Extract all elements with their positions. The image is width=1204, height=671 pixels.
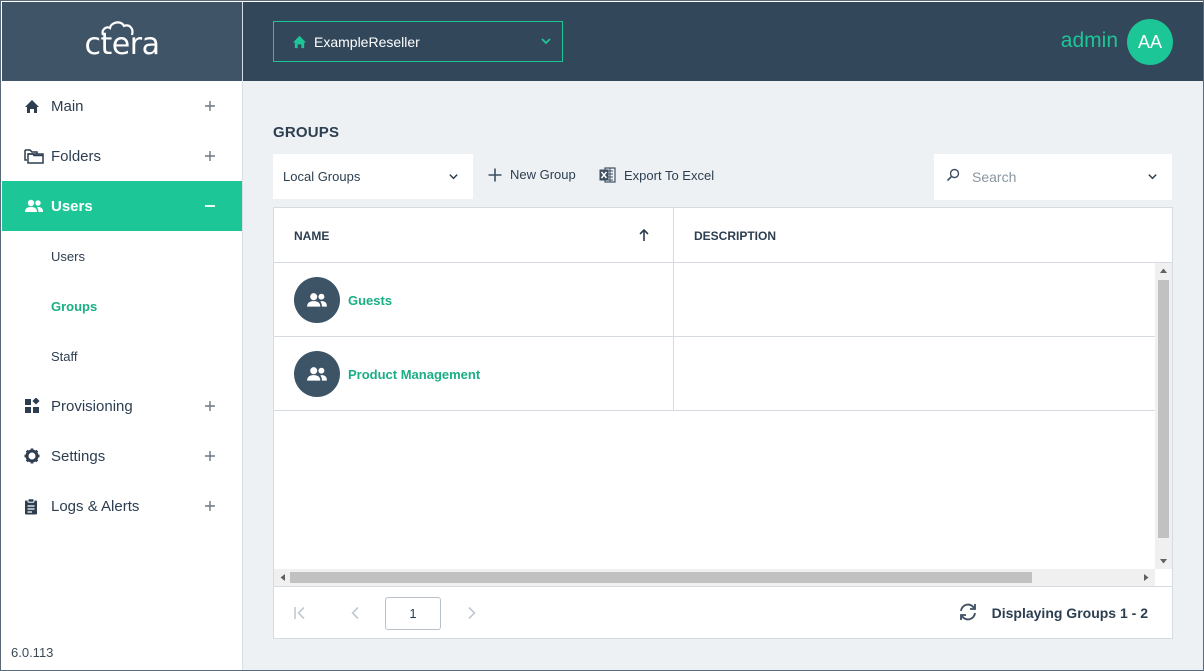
- ctera-logo: ctera: [84, 27, 160, 62]
- column-divider: [673, 263, 674, 337]
- new-group-label: New Group: [510, 167, 576, 182]
- app-window: ctera Main Folders Users Users Groups St…: [0, 0, 1204, 671]
- next-page-icon[interactable]: [467, 606, 477, 620]
- toolbar: Local Groups New Group Export To Excel: [273, 154, 1172, 200]
- search-input[interactable]: [972, 169, 1132, 185]
- home-icon: [24, 97, 46, 115]
- sidebar-nav: Main Folders Users Users Groups Staff Pr…: [2, 81, 242, 531]
- sidebar: ctera Main Folders Users Users Groups St…: [2, 2, 243, 670]
- minus-icon: [205, 205, 215, 207]
- horizontal-scroll-thumb[interactable]: [290, 572, 1032, 583]
- plus-icon: [205, 151, 215, 161]
- group-name-link[interactable]: Guests: [348, 293, 392, 308]
- plus-icon: [205, 401, 215, 411]
- sidebar-item-logs-alerts[interactable]: Logs & Alerts: [2, 481, 242, 531]
- column-header-label: NAME: [294, 228, 330, 243]
- pagination-bar: Displaying Groups 1 - 2: [274, 586, 1172, 638]
- sort-ascending-icon[interactable]: [638, 228, 650, 242]
- vertical-scrollbar[interactable]: [1155, 263, 1172, 569]
- sidebar-item-folders[interactable]: Folders: [2, 131, 242, 181]
- table-header: NAME DESCRIPTION: [274, 208, 1172, 263]
- column-header-description[interactable]: DESCRIPTION: [674, 208, 1172, 263]
- group-avatar-icon: [294, 277, 340, 323]
- first-page-icon[interactable]: [293, 606, 307, 620]
- refresh-icon[interactable]: [958, 603, 978, 621]
- plus-icon: [205, 451, 215, 461]
- plus-icon: [488, 168, 502, 182]
- previous-page-icon[interactable]: [350, 606, 360, 620]
- horizontal-scrollbar[interactable]: [274, 569, 1155, 586]
- group-type-value: Local Groups: [283, 169, 361, 184]
- gear-icon: [24, 447, 46, 465]
- new-group-button[interactable]: New Group: [488, 167, 576, 182]
- top-header: ExampleReseller admin AA: [243, 2, 1203, 81]
- scroll-left-arrow-icon[interactable]: [279, 573, 286, 582]
- sidebar-item-users[interactable]: Users: [2, 181, 242, 231]
- main-content: GROUPS Local Groups New Group Export To …: [243, 81, 1203, 670]
- name-cell: Product Management: [294, 351, 480, 397]
- chevron-down-icon: [449, 174, 458, 180]
- provisioning-icon: [24, 397, 46, 415]
- search-box[interactable]: [934, 154, 1172, 200]
- scrollbar-corner: [1155, 569, 1172, 586]
- table-row[interactable]: Product Management: [274, 337, 1155, 411]
- export-label: Export To Excel: [624, 167, 715, 183]
- home-icon: [292, 35, 307, 49]
- column-divider: [673, 208, 674, 263]
- sidebar-subitem-users[interactable]: Users: [2, 231, 242, 281]
- sidebar-item-provisioning[interactable]: Provisioning: [2, 381, 242, 431]
- scroll-right-arrow-icon[interactable]: [1143, 573, 1150, 582]
- user-name[interactable]: admin: [1061, 29, 1118, 53]
- column-header-name[interactable]: NAME: [274, 208, 674, 263]
- name-cell: Guests: [294, 277, 392, 323]
- excel-icon: [599, 167, 616, 183]
- chevron-down-icon[interactable]: [1147, 171, 1158, 182]
- group-type-select[interactable]: Local Groups: [273, 154, 473, 199]
- search-icon: [946, 168, 960, 187]
- column-divider: [673, 337, 674, 411]
- sidebar-subitem-groups[interactable]: Groups: [2, 281, 242, 331]
- sidebar-item-main[interactable]: Main: [2, 81, 242, 131]
- vertical-scroll-thumb[interactable]: [1158, 280, 1169, 538]
- group-avatar-icon: [294, 351, 340, 397]
- page-number-input[interactable]: [385, 597, 441, 630]
- tenant-name: ExampleReseller: [314, 33, 420, 50]
- tenant-selector[interactable]: ExampleReseller: [273, 21, 563, 62]
- column-header-label: DESCRIPTION: [694, 228, 777, 243]
- table-row[interactable]: Guests: [274, 263, 1155, 337]
- page-title: GROUPS: [273, 124, 340, 141]
- scroll-down-arrow-icon[interactable]: [1159, 558, 1168, 565]
- avatar[interactable]: AA: [1127, 19, 1173, 65]
- chevron-down-icon: [541, 38, 551, 45]
- logo-area: ctera: [2, 2, 242, 81]
- displaying-count: Displaying Groups 1 - 2: [991, 605, 1148, 621]
- plus-icon: [205, 101, 215, 111]
- scroll-up-arrow-icon[interactable]: [1159, 267, 1168, 274]
- folders-icon: [24, 147, 46, 165]
- group-name-link[interactable]: Product Management: [348, 367, 480, 382]
- users-icon: [24, 197, 46, 215]
- sidebar-item-settings[interactable]: Settings: [2, 431, 242, 481]
- groups-table: NAME DESCRIPTION Guests Product Manageme…: [273, 207, 1173, 639]
- plus-icon: [205, 501, 215, 511]
- clipboard-icon: [24, 497, 46, 515]
- export-to-excel-button[interactable]: Export To Excel: [599, 167, 714, 183]
- version-label: 6.0.113: [11, 645, 54, 660]
- sidebar-subitem-staff[interactable]: Staff: [2, 331, 242, 381]
